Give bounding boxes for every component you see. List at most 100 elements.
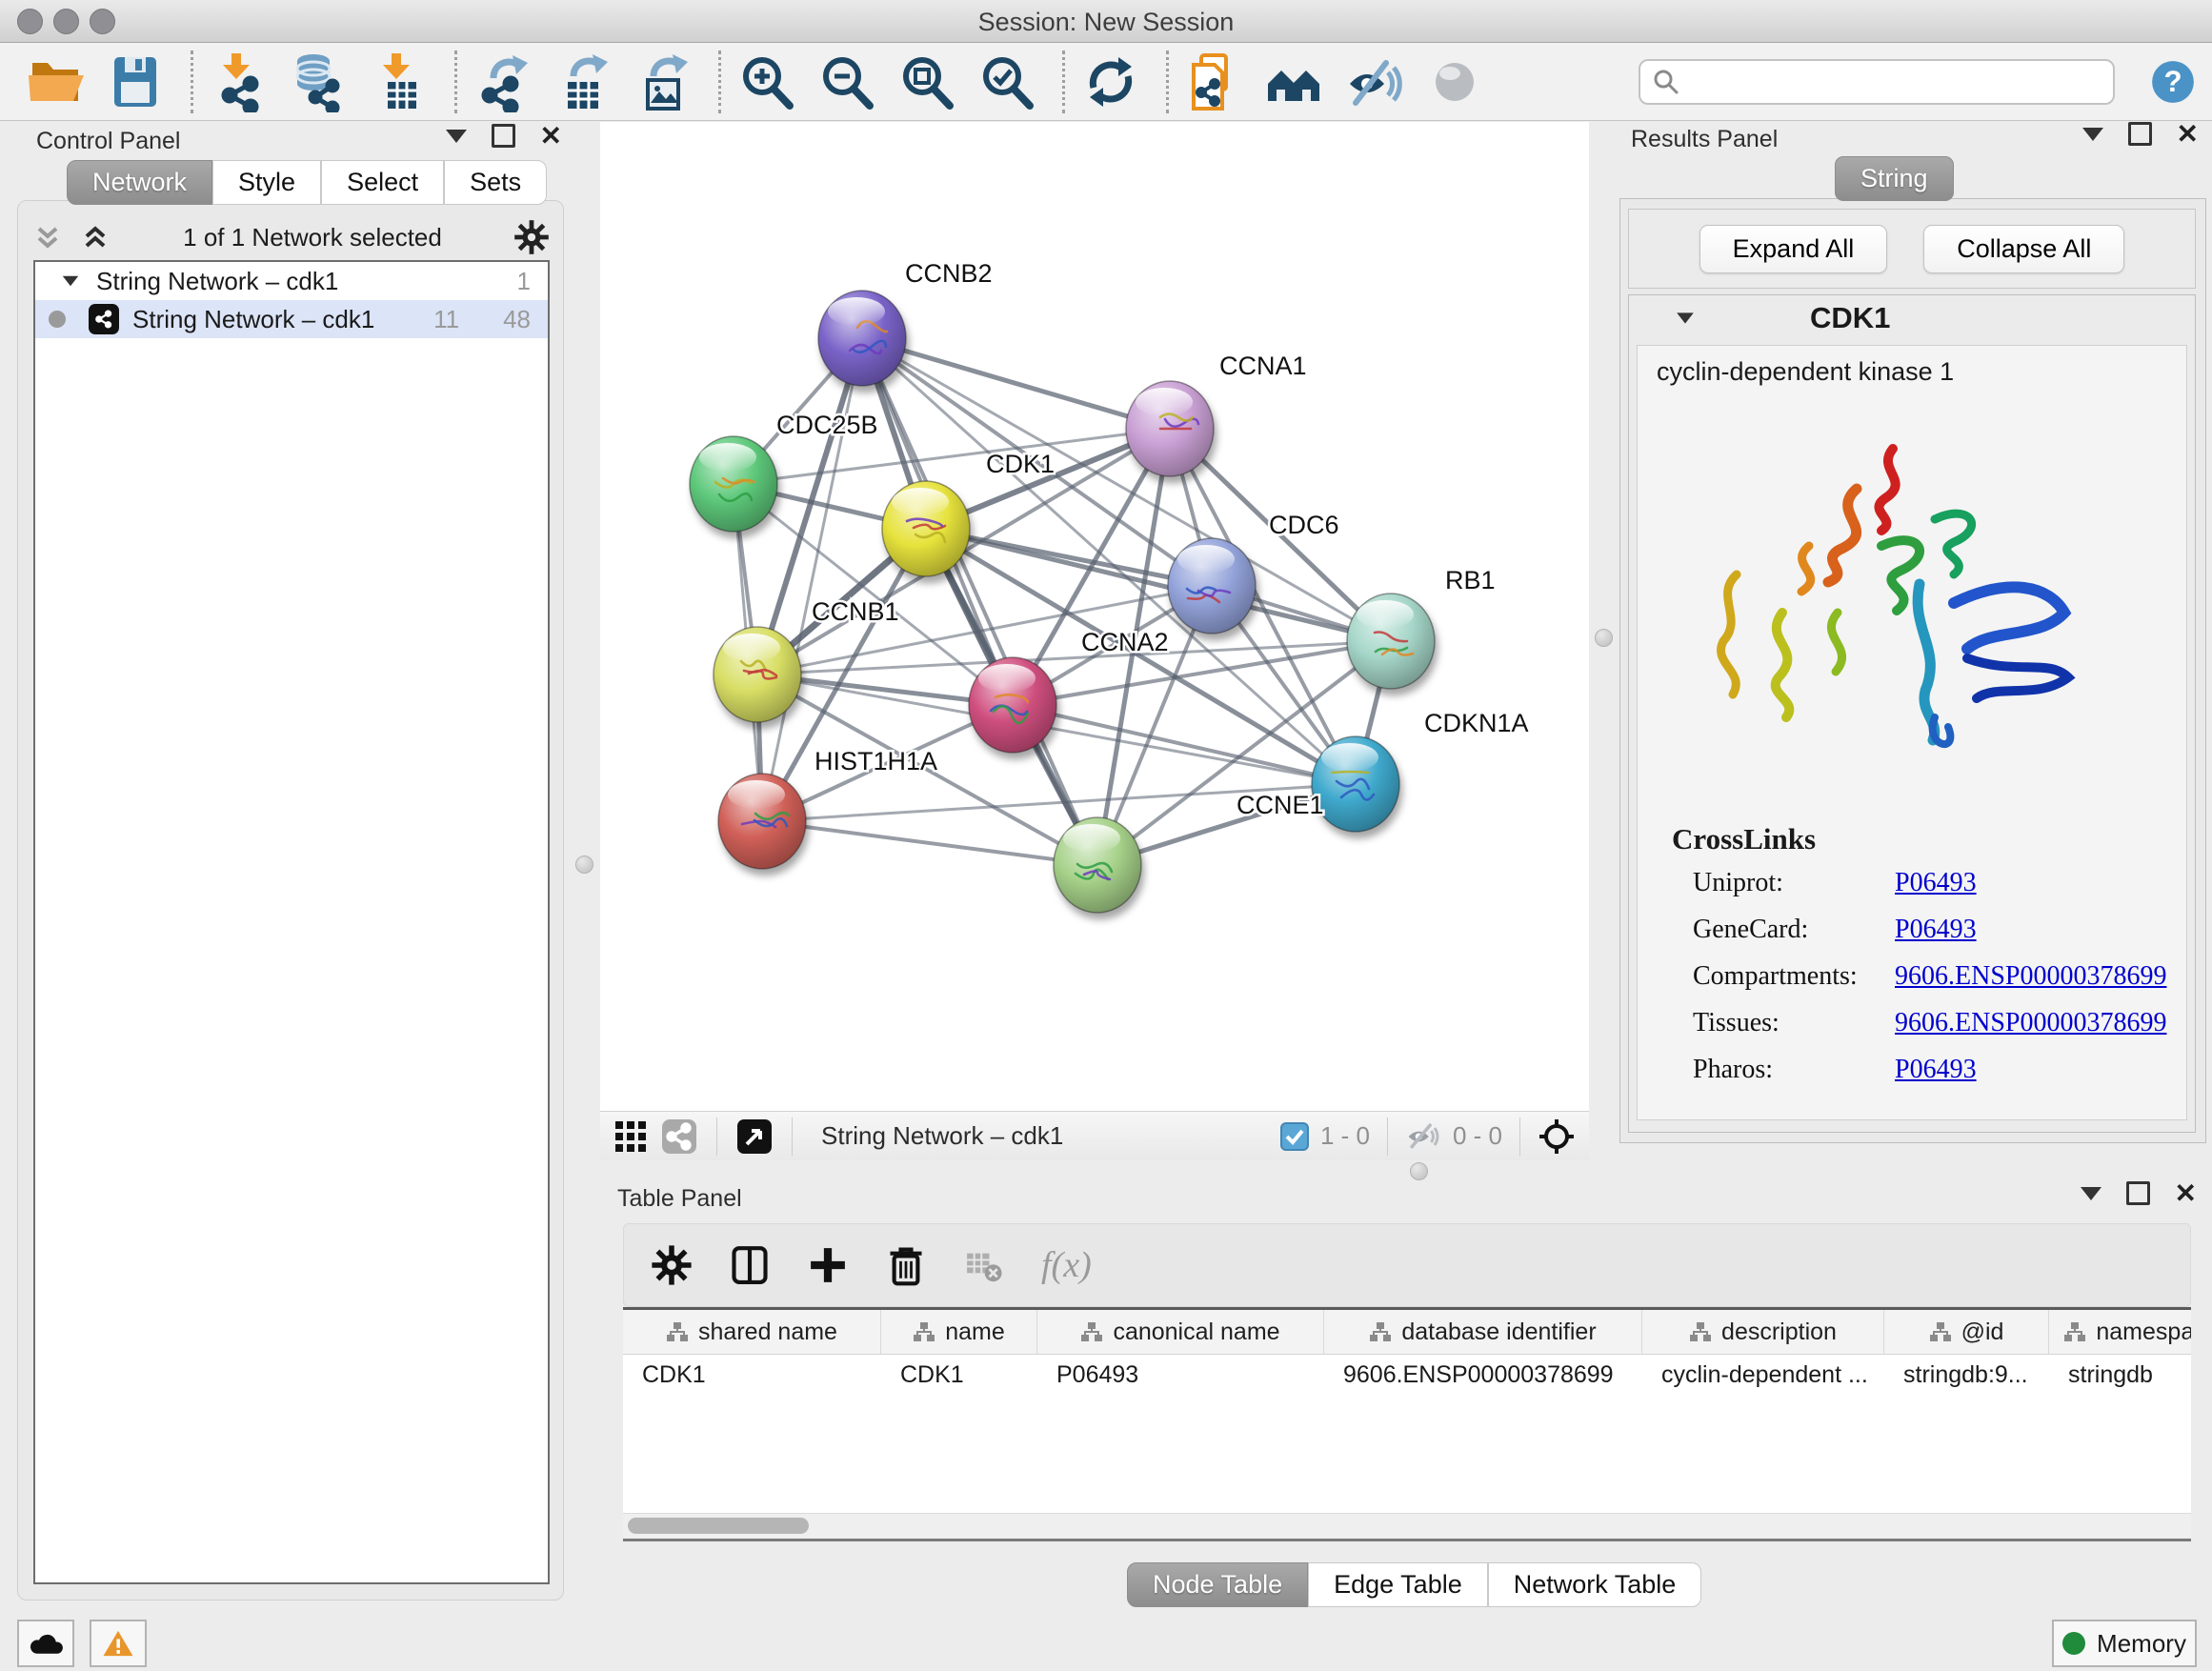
tab-network[interactable]: Network [67,160,212,205]
network-canvas[interactable]: CCNB2CCNA1CDC25BCDK1CDC6RB1CCNB1CCNA2CDK… [600,122,1589,1111]
zoom-in-icon[interactable] [736,51,797,112]
column-header-namespace[interactable]: namespace [2049,1310,2191,1354]
node-CDC25B[interactable]: CDC25B [690,411,878,532]
zoom-out-icon[interactable] [816,51,877,112]
tree-expand-icon[interactable] [63,276,79,287]
clone-network-icon[interactable] [1184,51,1245,112]
cell[interactable]: stringdb:9... [1884,1361,2049,1389]
cell[interactable]: cyclin-dependent ... [1642,1361,1884,1389]
tab-string[interactable]: String [1835,156,1954,201]
tab-network-table[interactable]: Network Table [1488,1562,1702,1607]
edge-CDK1-RB1[interactable] [926,529,1391,641]
left-splitter-handle[interactable] [575,856,593,874]
table-panel: Table Panel ✕ f(x) shared namenamecanoni… [600,1181,2212,1629]
column-header-@id[interactable]: @id [1884,1310,2049,1354]
panel-float-icon[interactable] [2126,1181,2150,1205]
panel-menu-icon[interactable] [446,130,467,143]
cell[interactable]: CDK1 [881,1361,1037,1389]
horizontal-splitter-handle[interactable] [1410,1162,1428,1180]
scrollbar-thumb[interactable] [628,1518,809,1534]
table-header-row: shared namenamecanonical namedatabase id… [623,1310,2191,1355]
node-table[interactable]: shared namenamecanonical namedatabase id… [623,1307,2191,1541]
panel-float-icon[interactable] [2128,122,2152,146]
help-icon[interactable]: ? [2149,58,2197,106]
show-graphics-details-icon[interactable] [1424,51,1485,112]
panel-menu-icon[interactable] [2081,1187,2101,1200]
node-CDKN1A[interactable]: CDKN1A [1312,709,1529,832]
show-columns-icon[interactable] [729,1244,771,1286]
crosslink-link[interactable]: 9606.ENSP00000378699 [1895,961,2166,992]
column-header-shared-name[interactable]: shared name [623,1310,881,1354]
node-CCNA1[interactable]: CCNA1 [1126,352,1307,476]
collapse-all-icon[interactable] [31,221,64,253]
edge-HIST1H1A-CCNE1[interactable] [762,821,1097,865]
fit-selection-crosshair-icon[interactable] [1538,1117,1576,1156]
edge-CCNB2-CCNA1[interactable] [862,338,1170,429]
column-header-database-identifier[interactable]: database identifier [1324,1310,1642,1354]
open-session-icon[interactable] [25,51,86,112]
warnings-button[interactable] [90,1620,147,1667]
crosslink-link[interactable]: P06493 [1895,915,1977,945]
open-view-icon[interactable] [736,1118,773,1155]
column-header-canonical-name[interactable]: canonical name [1037,1310,1324,1354]
panel-menu-icon[interactable] [2082,128,2103,141]
network-share-icon[interactable] [661,1118,697,1155]
selected-checkbox-icon[interactable] [1280,1122,1309,1151]
panel-close-icon[interactable]: ✕ [540,127,562,146]
panel-float-icon[interactable] [492,124,515,148]
home-neighbors-icon[interactable] [1264,51,1325,112]
crosslink-link[interactable]: P06493 [1895,1055,1977,1085]
right-splitter-handle[interactable] [1595,629,1613,647]
network-options-gear-icon[interactable] [513,219,550,255]
edge-CCNA2-CDKN1A[interactable] [1013,705,1356,784]
refresh-layout-icon[interactable] [1080,51,1141,112]
table-horizontal-scrollbar[interactable] [623,1513,2191,1539]
export-network-icon[interactable] [473,51,533,112]
expand-all-icon[interactable] [79,221,111,253]
panel-close-icon[interactable]: ✕ [2175,1184,2197,1203]
import-network-icon[interactable] [209,51,270,112]
cell[interactable]: stringdb [2049,1361,2191,1389]
import-table-icon[interactable] [369,51,430,112]
zoom-selected-icon[interactable] [976,51,1037,112]
tab-node-table[interactable]: Node Table [1127,1562,1308,1607]
cell[interactable]: P06493 [1037,1361,1324,1389]
node-RB1[interactable]: RB1 [1347,566,1496,689]
memory-button[interactable]: Memory [2052,1620,2197,1667]
search-input[interactable] [1639,59,2115,105]
delete-column-icon[interactable] [885,1244,927,1286]
string-network-graph[interactable]: CCNB2CCNA1CDC25BCDK1CDC6RB1CCNB1CCNA2CDK… [600,122,1589,1111]
expand-all-button[interactable]: Expand All [1699,225,1888,273]
table-options-gear-icon[interactable] [651,1244,693,1286]
search-icon [1652,68,1680,96]
crosslink-link[interactable]: 9606.ENSP00000378699 [1895,1008,2166,1038]
section-collapse-icon[interactable] [1677,312,1694,323]
tab-sets[interactable]: Sets [444,160,547,205]
export-image-icon[interactable] [633,51,694,112]
column-header-name[interactable]: name [881,1310,1037,1354]
collapse-all-button[interactable]: Collapse All [1923,225,2124,273]
panel-close-icon[interactable]: ✕ [2177,125,2199,144]
grid-view-icon[interactable] [613,1119,648,1154]
right-splitter[interactable] [1589,122,1618,1174]
import-database-icon[interactable] [289,51,350,112]
save-session-icon[interactable] [105,51,166,112]
add-column-icon[interactable] [807,1244,849,1286]
crosslink-link[interactable]: P06493 [1895,868,1977,898]
column-header-description[interactable]: description [1642,1310,1884,1354]
table-row[interactable]: CDK1CDK1P064939606.ENSP00000378699cyclin… [623,1355,2191,1395]
node-HIST1H1A[interactable]: HIST1H1A [718,747,937,869]
tab-select[interactable]: Select [321,160,444,205]
cell[interactable]: CDK1 [623,1361,881,1389]
network-collection-row[interactable]: String Network – cdk1 1 [35,262,548,300]
export-table-icon[interactable] [553,51,613,112]
tab-edge-table[interactable]: Edge Table [1308,1562,1488,1607]
cloud-button[interactable] [17,1620,74,1667]
zoom-fit-icon[interactable] [896,51,957,112]
hide-selected-icon[interactable] [1344,51,1405,112]
left-splitter[interactable] [570,122,598,1174]
network-row-selected[interactable]: String Network – cdk1 11 48 [35,300,548,338]
cell[interactable]: 9606.ENSP00000378699 [1324,1361,1642,1389]
tab-style[interactable]: Style [212,160,321,205]
node-CCNE1[interactable]: CCNE1 [1054,791,1324,913]
